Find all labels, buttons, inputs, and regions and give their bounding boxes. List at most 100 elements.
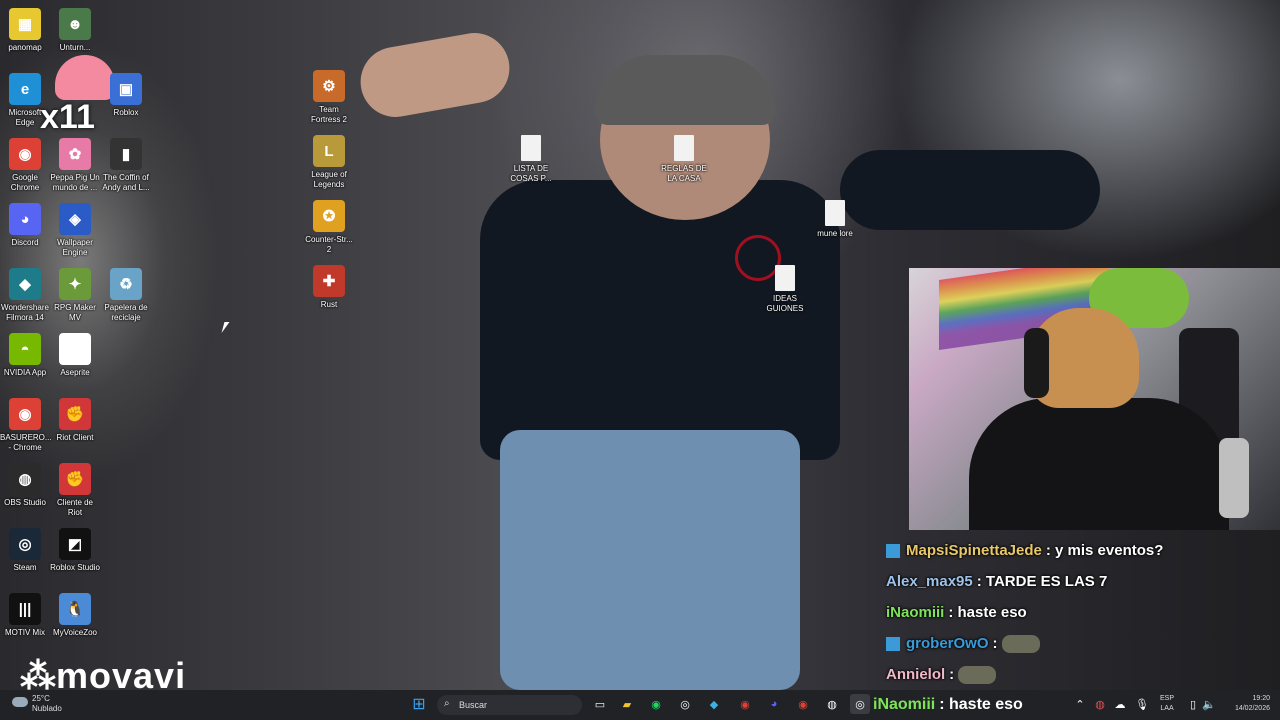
desktop-icon-label: The Coffin of Andy and L... (102, 173, 150, 192)
chrome-taskbar-icon[interactable]: ◉ (735, 694, 755, 714)
chat-text: : y mis eventos? (1045, 542, 1164, 559)
desktop-icon-reglas-de-la-casa[interactable]: REGLAS DE LA CASA (659, 135, 709, 184)
chat-message: groberOwO : (880, 628, 1280, 659)
task-view-icon[interactable]: ▭ (590, 694, 610, 714)
desktop-icon-roblox-studio[interactable]: ◩ Roblox Studio (50, 528, 100, 573)
desktop-icon-wallpaper-engine[interactable]: ◈ Wallpaper Engine (50, 203, 100, 258)
desktop-icon-unturn[interactable]: ☻ Unturn... (50, 8, 100, 53)
clock-time: 19:20 (1252, 695, 1270, 702)
riot-client-icon: ✊ (59, 398, 91, 430)
desktop-icon-label: Roblox (113, 108, 139, 117)
desktop-icon-label: IDEAS GUIONES (766, 294, 804, 313)
panomap-icon: ▦ (9, 8, 41, 40)
unturn-icon: ☻ (59, 8, 91, 40)
lista-de-cosas-p-icon (521, 135, 541, 161)
tray-app-icon[interactable]: ◍ (1090, 694, 1110, 714)
google-chrome-icon: ◉ (9, 138, 41, 170)
chrome-profile-taskbar-icon[interactable]: ◉ (793, 694, 813, 714)
desktop-icon-steam[interactable]: ◎ Steam (0, 528, 50, 573)
desktop-icon-panomap[interactable]: ▦ panomap (0, 8, 50, 53)
team-fortress-2-icon: ⚙ (313, 70, 345, 102)
desktop-icon-team-fortress-2[interactable]: ⚙ Team Fortress 2 (304, 70, 354, 125)
steam-active-taskbar-icon[interactable]: ◎ (850, 694, 870, 714)
chat-text: : (949, 666, 955, 683)
desktop-icon-motiv-mix[interactable]: ||| MOTIV Mix (0, 593, 50, 638)
desktop-icon-counter-str-2[interactable]: ✪ Counter-Str... 2 (304, 200, 354, 255)
chat-overlay: MapsiSpinettaJede : y mis eventos? Alex_m… (880, 535, 1280, 690)
obs-studio-icon: ◍ (9, 463, 41, 495)
mic-tray-icon[interactable]: 🎙 (1132, 694, 1152, 714)
desktop-icon-roblox[interactable]: ▣ Roblox (101, 73, 151, 118)
desktop-icon-label: RPG Maker MV (54, 303, 96, 322)
desktop-icon-peppa-pig-un-mundo-de[interactable]: ✿ Peppa Pig Un mundo de ... (50, 138, 100, 193)
prime-badge-icon (886, 636, 900, 651)
desktop-icon-google-chrome[interactable]: ◉ Google Chrome (0, 138, 50, 193)
counter-str-2-icon: ✪ (313, 200, 345, 232)
clock[interactable]: 19:20 14/02/2026 (1225, 694, 1270, 714)
headset (1024, 328, 1049, 398)
obs-taskbar-icon[interactable]: ◍ (822, 694, 842, 714)
desktop-icon-label: MyVoiceZoo (52, 628, 98, 637)
desktop-icon-label: BASURERO... - Chrome (0, 433, 52, 452)
spotify-icon[interactable]: ◉ (646, 694, 666, 714)
desktop-icon-league-of-legends[interactable]: L League of Legends (304, 135, 354, 190)
desktop-icon-nvidia-app[interactable]: ◓ NVIDIA App (0, 333, 50, 378)
desktop-icon-discord[interactable]: ◕ Discord (0, 203, 50, 248)
lang-line2: LAA (1160, 705, 1174, 712)
chat-message: MapsiSpinettaJede : y mis eventos? (880, 535, 1280, 566)
desktop-icon-wondershare-filmora-14[interactable]: ◆ Wondershare Filmora 14 (0, 268, 50, 323)
roblox-studio-icon: ◩ (59, 528, 91, 560)
peppa-pig-un-mundo-de-icon: ✿ (59, 138, 91, 170)
reglas-de-la-casa-icon (674, 135, 694, 161)
aseprite-icon: ▢ (59, 333, 91, 365)
desktop-icon-papelera-de-reciclaje[interactable]: ♻ Papelera de reciclaje (101, 268, 151, 323)
chat-message: iNaomiii : haste eso (880, 597, 1280, 628)
desktop-icon-mune-lore[interactable]: mune lore (810, 200, 860, 239)
desktop-icon-cliente-de-riot[interactable]: ✊ Cliente de Riot (50, 463, 100, 518)
desktop-icon-label: Peppa Pig Un mundo de ... (50, 173, 100, 192)
discord-icon: ◕ (9, 203, 41, 235)
desktop-icon-label: Discord (11, 238, 39, 247)
chat-emote-icon (1001, 634, 1040, 653)
volume-icon[interactable]: 🔈 (1199, 694, 1219, 714)
desktop-icon-label: League of Legends (311, 170, 347, 189)
desktop-icon-riot-client[interactable]: ✊ Riot Client (50, 398, 100, 443)
desktop-icon-rpg-maker-mv[interactable]: ✦ RPG Maker MV (50, 268, 100, 323)
desktop-icon-aseprite[interactable]: ▢ Aseprite (50, 333, 100, 378)
ideas-guiones-icon (775, 265, 795, 291)
video-person-hair (595, 55, 775, 125)
filmora-taskbar-icon[interactable]: ◆ (704, 694, 724, 714)
myvoicezoo-icon: 🐧 (59, 593, 91, 625)
desktop-icon-label: REGLAS DE LA CASA (661, 164, 707, 183)
discord-taskbar-icon[interactable]: ◕ (764, 694, 784, 714)
desktop-icon-the-coffin-of-andy-and-l[interactable]: ▮ The Coffin of Andy and L... (101, 138, 151, 193)
desktop-icon-label: Google Chrome (10, 173, 40, 192)
desktop-icon-basurero-chrome[interactable]: ◉ BASURERO... - Chrome (0, 398, 52, 453)
overlay-user: iNaomiii (873, 696, 936, 713)
rpg-maker-mv-icon: ✦ (59, 268, 91, 300)
chat-emote-icon (958, 665, 997, 684)
desktop-icon-ideas-guiones[interactable]: IDEAS GUIONES (760, 265, 810, 314)
roblox-icon: ▣ (110, 73, 142, 105)
chat-username: MapsiSpinettaJede (906, 542, 1042, 559)
desktop-icon-label: Steam (13, 563, 37, 572)
streamer-body (969, 398, 1229, 530)
chevron-up-icon[interactable]: ⌃ (1070, 694, 1090, 714)
chat-message: Annielol : (880, 659, 1280, 690)
desktop-icon-label: mune lore (817, 229, 853, 238)
desktop-icon-label: OBS Studio (4, 498, 46, 507)
desktop-icon-myvoicezoo[interactable]: 🐧 MyVoiceZoo (50, 593, 100, 638)
tray-icon-2[interactable]: ☁ (1110, 694, 1130, 714)
search-box[interactable]: Buscar (437, 695, 582, 715)
desktop-icon-rust[interactable]: ✚ Rust (304, 265, 354, 310)
desktop-icon-obs-studio[interactable]: ◍ OBS Studio (0, 463, 50, 508)
mune-lore-icon (825, 200, 845, 226)
desktop-icon-lista-de-cosas-p[interactable]: LISTA DE COSAS P... (506, 135, 556, 184)
windows-start-icon[interactable]: ⊞ (409, 694, 429, 714)
desktop-icon-microsoft-edge[interactable]: e Microsoft Edge (0, 73, 50, 128)
steam-taskbar-icon[interactable]: ◎ (675, 694, 695, 714)
language-indicator[interactable]: ESP LAA (1160, 694, 1174, 714)
desktop-icon-label: panomap (8, 43, 42, 52)
cloud-icon (12, 697, 28, 707)
file-explorer-icon[interactable]: ▰ (617, 694, 637, 714)
